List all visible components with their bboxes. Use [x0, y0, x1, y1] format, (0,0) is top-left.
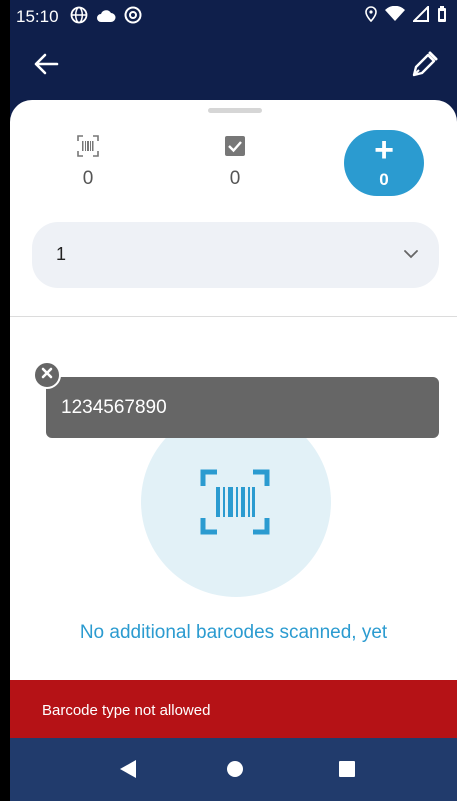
barcode-icon — [77, 135, 99, 161]
select-value: 1 — [56, 244, 67, 264]
app-bar — [10, 34, 457, 100]
status-bar: 15:10 — [10, 0, 457, 34]
navigation-bar — [10, 738, 457, 801]
empty-state-text: No additional barcodes scanned, yet — [79, 622, 388, 643]
arrow-left-icon — [33, 53, 59, 80]
at-icon — [124, 6, 142, 29]
quantity-select[interactable]: 1 — [32, 222, 439, 288]
scanned-count: 0 — [82, 168, 94, 189]
divider — [10, 316, 457, 317]
chip-close-button[interactable] — [33, 361, 61, 389]
location-icon — [365, 6, 377, 27]
drag-handle[interactable] — [208, 108, 262, 113]
scan-barcode-icon — [199, 468, 271, 541]
nav-home-icon — [226, 760, 244, 783]
error-snackbar: Barcode type not allowed — [10, 680, 457, 738]
nav-recents-icon — [339, 760, 355, 782]
nav-home-button[interactable] — [220, 758, 250, 784]
cloud-icon — [96, 8, 116, 28]
nav-back-icon — [119, 759, 137, 784]
phone-screen: 15:10 0 0 + 0 1 1234567890 No additional… — [10, 0, 457, 801]
barcode-value: 1234567890 — [61, 397, 167, 418]
close-icon — [41, 366, 53, 384]
pen-icon — [411, 50, 439, 83]
nav-recents-button[interactable] — [332, 758, 362, 784]
scanned-counter: 0 — [58, 135, 118, 190]
bottom-sheet: 0 0 + 0 1 1234567890 No additional barco… — [10, 100, 457, 740]
error-text: Barcode type not allowed — [42, 702, 211, 719]
nav-back-button[interactable] — [113, 758, 143, 784]
checked-counter: 0 — [205, 135, 265, 190]
status-time: 15:10 — [16, 7, 59, 26]
battery-icon — [437, 6, 447, 27]
add-count: 0 — [379, 170, 389, 189]
chevron-down-icon — [403, 246, 419, 264]
plus-icon: + — [374, 131, 394, 169]
barcode-chip[interactable]: 1234567890 — [46, 377, 439, 438]
checkbox-icon — [224, 136, 246, 161]
edit-button[interactable] — [407, 48, 443, 84]
status-left-icons — [70, 6, 142, 29]
checked-count: 0 — [229, 168, 241, 189]
add-barcode-button[interactable]: + 0 — [344, 130, 424, 196]
signal-icon — [411, 4, 429, 27]
wifi-icon — [385, 5, 405, 27]
back-button[interactable] — [28, 48, 64, 84]
globe-icon — [70, 6, 88, 29]
status-right-icons — [365, 4, 447, 27]
